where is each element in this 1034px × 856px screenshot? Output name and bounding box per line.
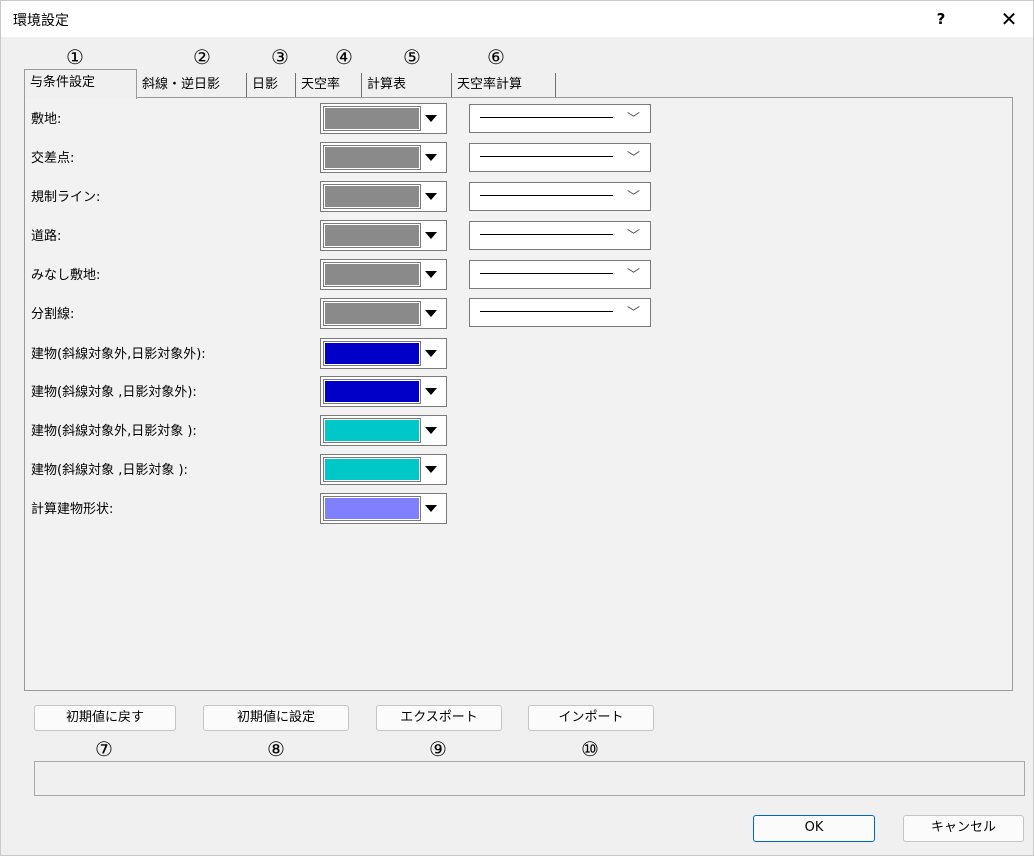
cancel-button[interactable]: キャンセル <box>903 815 1024 842</box>
label-road: 道路: <box>31 229 62 244</box>
label-building-2: 建物(斜線対象 ,日影対象外): <box>31 385 197 400</box>
window-title: 環境設定 <box>13 13 69 29</box>
color-swatch <box>323 496 421 521</box>
tab-shadow[interactable]: 日影 <box>247 73 296 98</box>
color-combo-road[interactable] <box>320 220 447 251</box>
close-button[interactable]: ✕ <box>989 5 1029 33</box>
title-bar: 環境設定 ? ✕ <box>1 1 1033 37</box>
color-swatch <box>323 457 421 482</box>
color-combo-calc-building-shape[interactable] <box>320 493 447 524</box>
color-combo-intersection[interactable] <box>320 142 447 173</box>
dropdown-arrow-icon <box>425 427 437 434</box>
dropdown-arrow-icon <box>425 271 437 278</box>
line-combo-intersection[interactable]: ﹀ <box>469 143 651 172</box>
set-defaults-button[interactable]: 初期値に設定 <box>203 705 349 731</box>
annotation-7: ⑦ <box>95 737 113 761</box>
annotation-1: ① <box>66 45 84 69</box>
annotation-8: ⑧ <box>267 737 285 761</box>
line-combo-regulation-line[interactable]: ﹀ <box>469 182 651 211</box>
label-intersection: 交差点: <box>31 151 75 166</box>
dropdown-arrow-icon <box>425 232 437 239</box>
color-combo-building-1[interactable] <box>320 338 447 369</box>
color-swatch <box>323 301 421 326</box>
line-style-sample <box>480 156 613 157</box>
annotation-5: ⑤ <box>403 45 421 69</box>
label-regulation-line: 規制ライン: <box>31 190 101 205</box>
chevron-down-icon: ﹀ <box>627 190 641 205</box>
color-combo-building-4[interactable] <box>320 454 447 485</box>
annotation-10: ⑩ <box>581 737 599 761</box>
chevron-down-icon: ﹀ <box>627 112 641 127</box>
dropdown-arrow-icon <box>425 466 437 473</box>
annotation-9: ⑨ <box>429 737 447 761</box>
tab-calc-table[interactable]: 計算表 <box>362 73 452 98</box>
label-building-1: 建物(斜線対象外,日影対象外): <box>31 347 206 362</box>
label-building-4: 建物(斜線対象 ,日影対象 ): <box>31 463 188 478</box>
color-swatch <box>323 379 421 404</box>
color-swatch <box>323 145 421 170</box>
help-button[interactable]: ? <box>925 7 957 31</box>
label-site: 敷地: <box>31 112 62 127</box>
color-combo-site[interactable] <box>320 103 447 134</box>
color-combo-building-2[interactable] <box>320 376 447 407</box>
status-area <box>34 761 1025 796</box>
ok-button[interactable]: OK <box>753 815 875 842</box>
line-style-sample <box>480 195 613 196</box>
annotation-3: ③ <box>271 45 289 69</box>
tab-conditions[interactable]: 与条件設定 <box>24 69 137 99</box>
color-swatch <box>323 262 421 287</box>
line-combo-division-line[interactable]: ﹀ <box>469 298 651 327</box>
label-division-line: 分割線: <box>31 307 75 322</box>
annotation-4: ④ <box>335 45 353 69</box>
tab-sky-factor[interactable]: 天空率 <box>296 73 362 98</box>
color-swatch <box>323 184 421 209</box>
tab-panel: 敷地: ﹀ 交差点: ﹀ 規制ライン: ﹀ 道路: ﹀ みなし敷地: ﹀ 分割線… <box>24 97 1013 691</box>
tab-slope-shadow[interactable]: 斜線・逆日影 <box>137 73 247 98</box>
dropdown-arrow-icon <box>425 505 437 512</box>
dropdown-arrow-icon <box>425 310 437 317</box>
line-combo-deemed-site[interactable]: ﹀ <box>469 260 651 289</box>
color-swatch <box>323 106 421 131</box>
dropdown-arrow-icon <box>425 350 437 357</box>
tab-sky-factor-calc[interactable]: 天空率計算 <box>452 73 556 98</box>
import-button[interactable]: インポート <box>528 705 654 731</box>
line-combo-site[interactable]: ﹀ <box>469 104 651 133</box>
line-style-sample <box>480 273 613 274</box>
annotation-2: ② <box>193 45 211 69</box>
export-button[interactable]: エクスポート <box>376 705 502 731</box>
line-style-sample <box>480 311 613 312</box>
settings-dialog: 環境設定 ? ✕ ① ② ③ ④ ⑤ ⑥ 与条件設定 斜線・逆日影 日影 天空率… <box>0 0 1034 856</box>
label-building-3: 建物(斜線対象外,日影対象 ): <box>31 424 197 439</box>
dropdown-arrow-icon <box>425 154 437 161</box>
color-combo-building-3[interactable] <box>320 415 447 446</box>
color-swatch <box>323 223 421 248</box>
reset-defaults-button[interactable]: 初期値に戻す <box>34 705 176 731</box>
chevron-down-icon: ﹀ <box>627 306 641 321</box>
dropdown-arrow-icon <box>425 388 437 395</box>
label-calc-building-shape: 計算建物形状: <box>31 502 114 517</box>
color-combo-division-line[interactable] <box>320 298 447 329</box>
color-swatch <box>323 341 421 366</box>
label-deemed-site: みなし敷地: <box>31 268 101 283</box>
chevron-down-icon: ﹀ <box>627 229 641 244</box>
annotation-6: ⑥ <box>487 45 505 69</box>
chevron-down-icon: ﹀ <box>627 268 641 283</box>
dropdown-arrow-icon <box>425 193 437 200</box>
dropdown-arrow-icon <box>425 115 437 122</box>
color-swatch <box>323 418 421 443</box>
line-style-sample <box>480 234 613 235</box>
color-combo-regulation-line[interactable] <box>320 181 447 212</box>
line-style-sample <box>480 117 613 118</box>
color-combo-deemed-site[interactable] <box>320 259 447 290</box>
chevron-down-icon: ﹀ <box>627 151 641 166</box>
line-combo-road[interactable]: ﹀ <box>469 221 651 250</box>
